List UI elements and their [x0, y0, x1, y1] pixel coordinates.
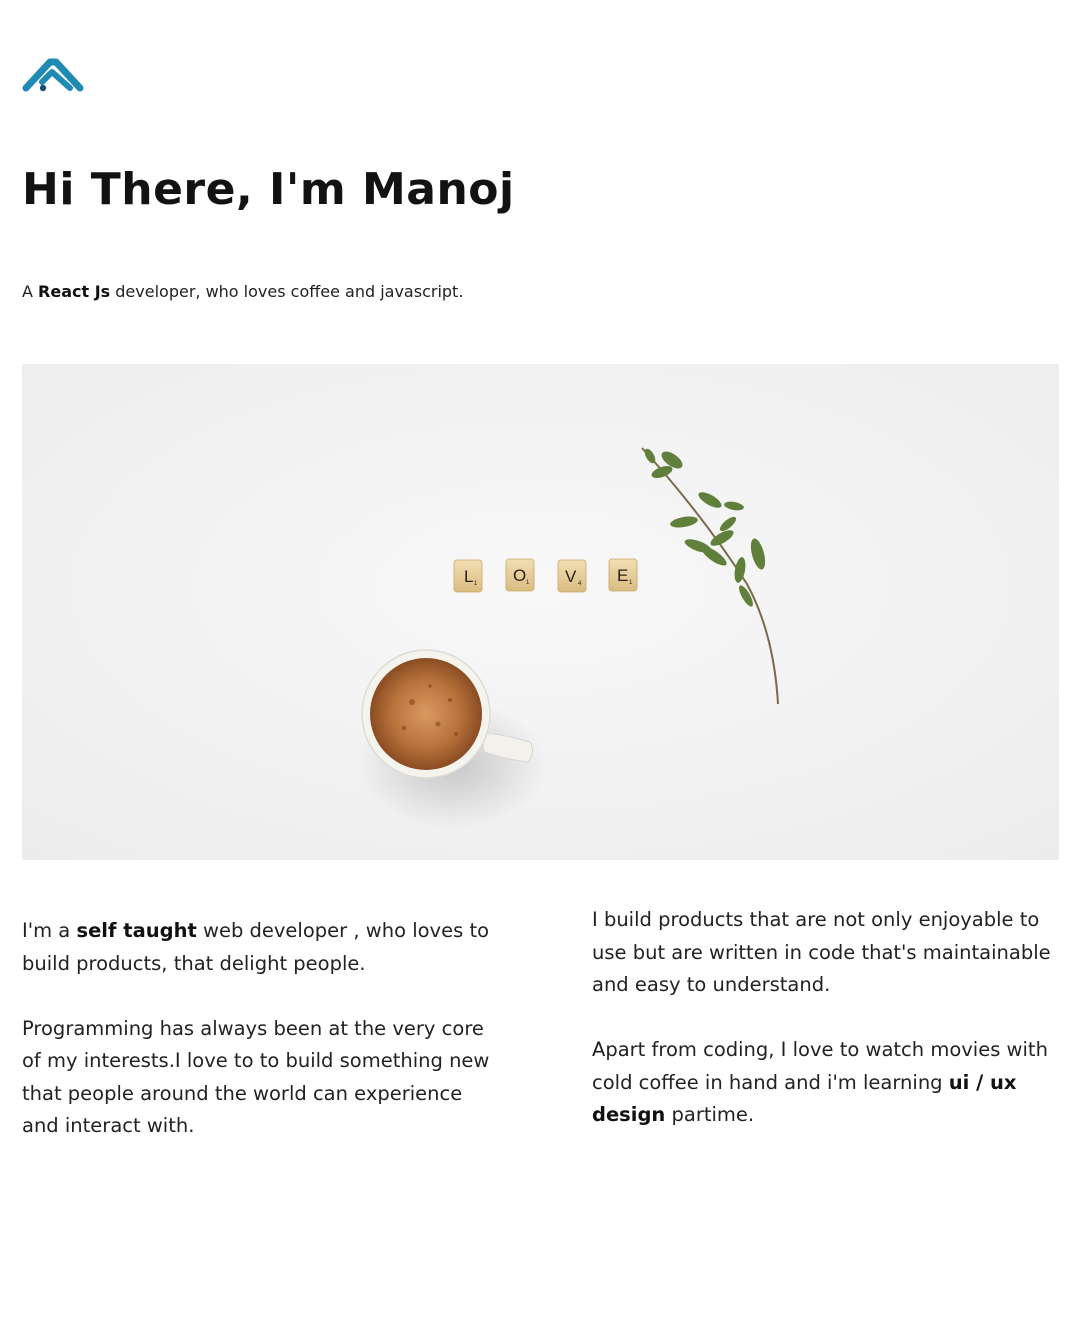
tagline-suffix: developer, who loves coffee and javascri…	[110, 282, 464, 301]
about-paragraph: I'm a self taught web developer , who lo…	[22, 915, 492, 980]
tagline: A React Js developer, who loves coffee a…	[22, 282, 463, 301]
chevron-mountain-logo-icon[interactable]	[22, 52, 84, 94]
about-paragraph: Programming has always been at the very …	[22, 1016, 490, 1138]
tile-letter: E	[617, 566, 628, 585]
tile-letter: V	[565, 567, 577, 586]
about-text: partime.	[665, 1103, 755, 1126]
about-paragraph: I build products that are not only enjoy…	[592, 908, 1051, 996]
about-right-column: I build products that are not only enjoy…	[592, 904, 1062, 1164]
tile-letter: O	[513, 566, 526, 585]
about-text: I'm a	[22, 919, 77, 942]
page-title: Hi There, I'm Manoj	[22, 164, 515, 215]
tagline-strong: React Js	[38, 282, 111, 301]
tagline-prefix: A	[22, 282, 39, 301]
about-left-column: I'm a self taught web developer , who lo…	[22, 915, 492, 1175]
tile-letter: L	[464, 567, 473, 586]
about-paragraph: Apart from coding, I love to watch movie…	[592, 1034, 1062, 1132]
hero-image: L 1 O 1 V 4 E 1	[22, 364, 1059, 860]
about-strong-text: self taught	[76, 919, 197, 942]
